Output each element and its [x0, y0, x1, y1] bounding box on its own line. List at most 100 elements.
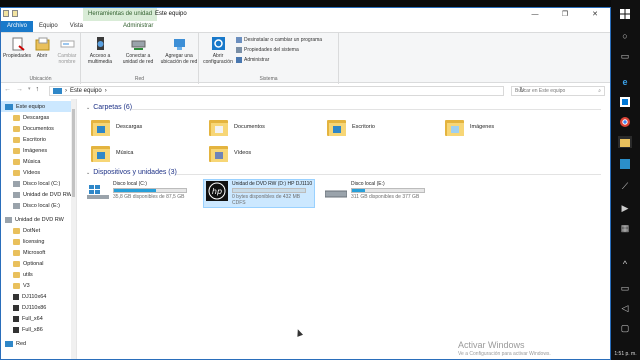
sidebar-item[interactable]: Unidad de DVD RW [1, 189, 76, 200]
customize-qat-icon[interactable] [21, 10, 26, 17]
sidebar-item[interactable]: Descargas [1, 112, 76, 123]
sidebar-item[interactable]: Imágenes [1, 145, 76, 156]
network-icon[interactable]: ▭ [618, 282, 632, 294]
sidebar-item[interactable]: DJ110x64 [1, 291, 76, 302]
edge-icon[interactable]: e [618, 76, 632, 88]
section-divider [176, 174, 601, 175]
sidebar-item[interactable]: Disco local (C:) [1, 178, 76, 189]
folder-item[interactable]: Escritorio [327, 117, 375, 136]
properties-qat-icon[interactable] [3, 10, 9, 17]
chevron-up-icon[interactable]: ^ [618, 258, 632, 270]
drive-item[interactable]: Disco local (C:) 35,8 GB disponibles de 8… [87, 181, 187, 201]
sidebar-item[interactable]: Optional [1, 258, 76, 269]
media-access-button[interactable]: Acceso a multimedia [83, 37, 117, 65]
sidebar-item[interactable]: Documentos [1, 123, 76, 134]
drive-usage-bar [351, 188, 425, 193]
folder-item[interactable]: Documentos [209, 117, 265, 136]
recent-chevron-icon[interactable]: ▾ [28, 86, 31, 93]
maximize-button[interactable]: ❐ [550, 8, 580, 21]
svg-text:hp: hp [212, 187, 222, 196]
drive-item[interactable]: Disco local (E:) 311 GB disponibles de 37… [324, 181, 425, 201]
sidebar-item[interactable]: Música [1, 156, 76, 167]
folder-item[interactable]: Música [91, 143, 133, 162]
rename-button[interactable]: Cambiar nombre [53, 37, 81, 65]
programs-icon [236, 37, 242, 43]
ribbon-tabs: Archivo Equipo Vista Administrar [1, 21, 610, 32]
drive-item[interactable]: hp Unidad de DVD RW (D:) HP DJ1110 0 bytes… [203, 179, 316, 208]
notification-icon[interactable]: ▢ [618, 322, 632, 334]
breadcrumb[interactable]: Este equipo [70, 87, 102, 95]
folder-icon [13, 249, 20, 256]
properties-button[interactable]: Propiedades [2, 37, 32, 59]
sidebar-item[interactable]: Disco local (E:) [1, 200, 76, 211]
file-explorer-icon[interactable] [618, 136, 632, 148]
tab-file[interactable]: Archivo [1, 21, 34, 32]
start-windows-icon[interactable] [618, 8, 632, 20]
sidebar-item[interactable]: Este equipo [1, 101, 76, 112]
drive-filesystem: CDFS [232, 200, 246, 206]
tab-view[interactable]: Vista [64, 21, 89, 32]
map-network-drive-button[interactable]: Conectar a unidad de red [119, 37, 157, 65]
uninstall-program-link[interactable]: Desinstalar o cambiar un programa [236, 37, 322, 43]
folder-item[interactable]: Imágenes [445, 117, 494, 136]
store-icon[interactable] [618, 96, 632, 108]
media-icon[interactable]: ▶ [618, 202, 632, 214]
open-settings-label: Abrir configuración [203, 53, 233, 65]
sidebar-item[interactable]: Vídeos [1, 167, 76, 178]
sidebar-item[interactable]: Escritorio [1, 134, 76, 145]
sidebar-item[interactable]: DJ110x86 [1, 302, 76, 313]
minimize-button[interactable]: — [520, 8, 550, 21]
manage-link[interactable]: Administrar [236, 57, 269, 63]
network-drive-icon [131, 37, 146, 51]
folder-item[interactable]: Descargas [91, 117, 142, 136]
drives-section-header[interactable]: ⌄ Dispositivos y unidades (3) [86, 169, 177, 176]
system-properties-link[interactable]: Propiedades del sistema [236, 47, 299, 53]
scrollbar-thumb[interactable] [72, 109, 75, 197]
drive-free-space: 35,8 GB disponibles de 87,5 GB [113, 194, 185, 200]
folders-section-header[interactable]: ⌄ Carpetas (6) [86, 104, 132, 111]
window-title: Este equipo [155, 11, 187, 17]
folder-icon [13, 114, 20, 121]
close-button[interactable]: ✕ [580, 8, 610, 21]
volume-icon[interactable]: ◁ [618, 302, 632, 314]
drive-icon [324, 181, 348, 201]
folder-label: Descargas [116, 123, 143, 130]
add-network-location-button[interactable]: Agregar una ubicación de red [159, 37, 199, 65]
sidebar-item[interactable]: Full_x64 [1, 313, 76, 324]
task-view-icon[interactable]: ▭ [618, 50, 632, 62]
app-icon[interactable] [618, 158, 632, 170]
search-input[interactable]: Buscar en Este equipo ⌕ [511, 86, 605, 96]
sidebar-scrollbar[interactable] [71, 99, 76, 359]
search-icon[interactable]: ○ [618, 30, 632, 42]
wand-icon[interactable]: ⟋ [618, 180, 632, 192]
taskbar-clock[interactable]: 1:51 p. m. [611, 351, 640, 357]
sidebar-item[interactable]: Full_x86 [1, 324, 76, 335]
tab-computer[interactable]: Equipo [33, 21, 64, 32]
sidebar-item[interactable]: utils [1, 269, 76, 280]
sidebar-item[interactable]: DotNet [1, 225, 76, 236]
sidebar-item[interactable]: Unidad de DVD RW [1, 214, 76, 225]
sidebar-item[interactable]: Red [1, 338, 76, 349]
open-button[interactable]: Abrir [30, 37, 54, 59]
computer-manage-icon [236, 57, 242, 63]
open-settings-button[interactable]: Abrir configuración [201, 37, 235, 65]
forward-arrow-icon[interactable]: → [16, 86, 23, 93]
sidebar-item[interactable]: V3 [1, 280, 76, 291]
folder-item[interactable]: Vídeos [209, 143, 251, 162]
address-input[interactable]: › Este equipo › ↻ [49, 86, 525, 96]
navigation-pane: Este equipo Descargas Documentos Escritorio… [1, 99, 77, 359]
sidebar-item-label: Música [23, 158, 41, 165]
back-arrow-icon[interactable]: ← [4, 86, 11, 93]
sidebar-item-label: Descargas [23, 114, 50, 121]
app-icon-2[interactable]: ▦ [618, 222, 632, 234]
properties-icon [10, 37, 25, 51]
up-arrow-icon[interactable]: ↑ [36, 86, 40, 93]
search-icon: ⌕ [598, 88, 601, 94]
sidebar-item-label: DJ110x64 [22, 293, 47, 300]
folder-icon [13, 136, 20, 143]
sidebar-item[interactable]: licensing [1, 236, 76, 247]
tab-manage[interactable]: Administrar [117, 21, 159, 32]
chrome-icon[interactable] [618, 116, 632, 128]
new-folder-qat-icon[interactable] [12, 10, 18, 17]
sidebar-item[interactable]: Microsoft [1, 247, 76, 258]
